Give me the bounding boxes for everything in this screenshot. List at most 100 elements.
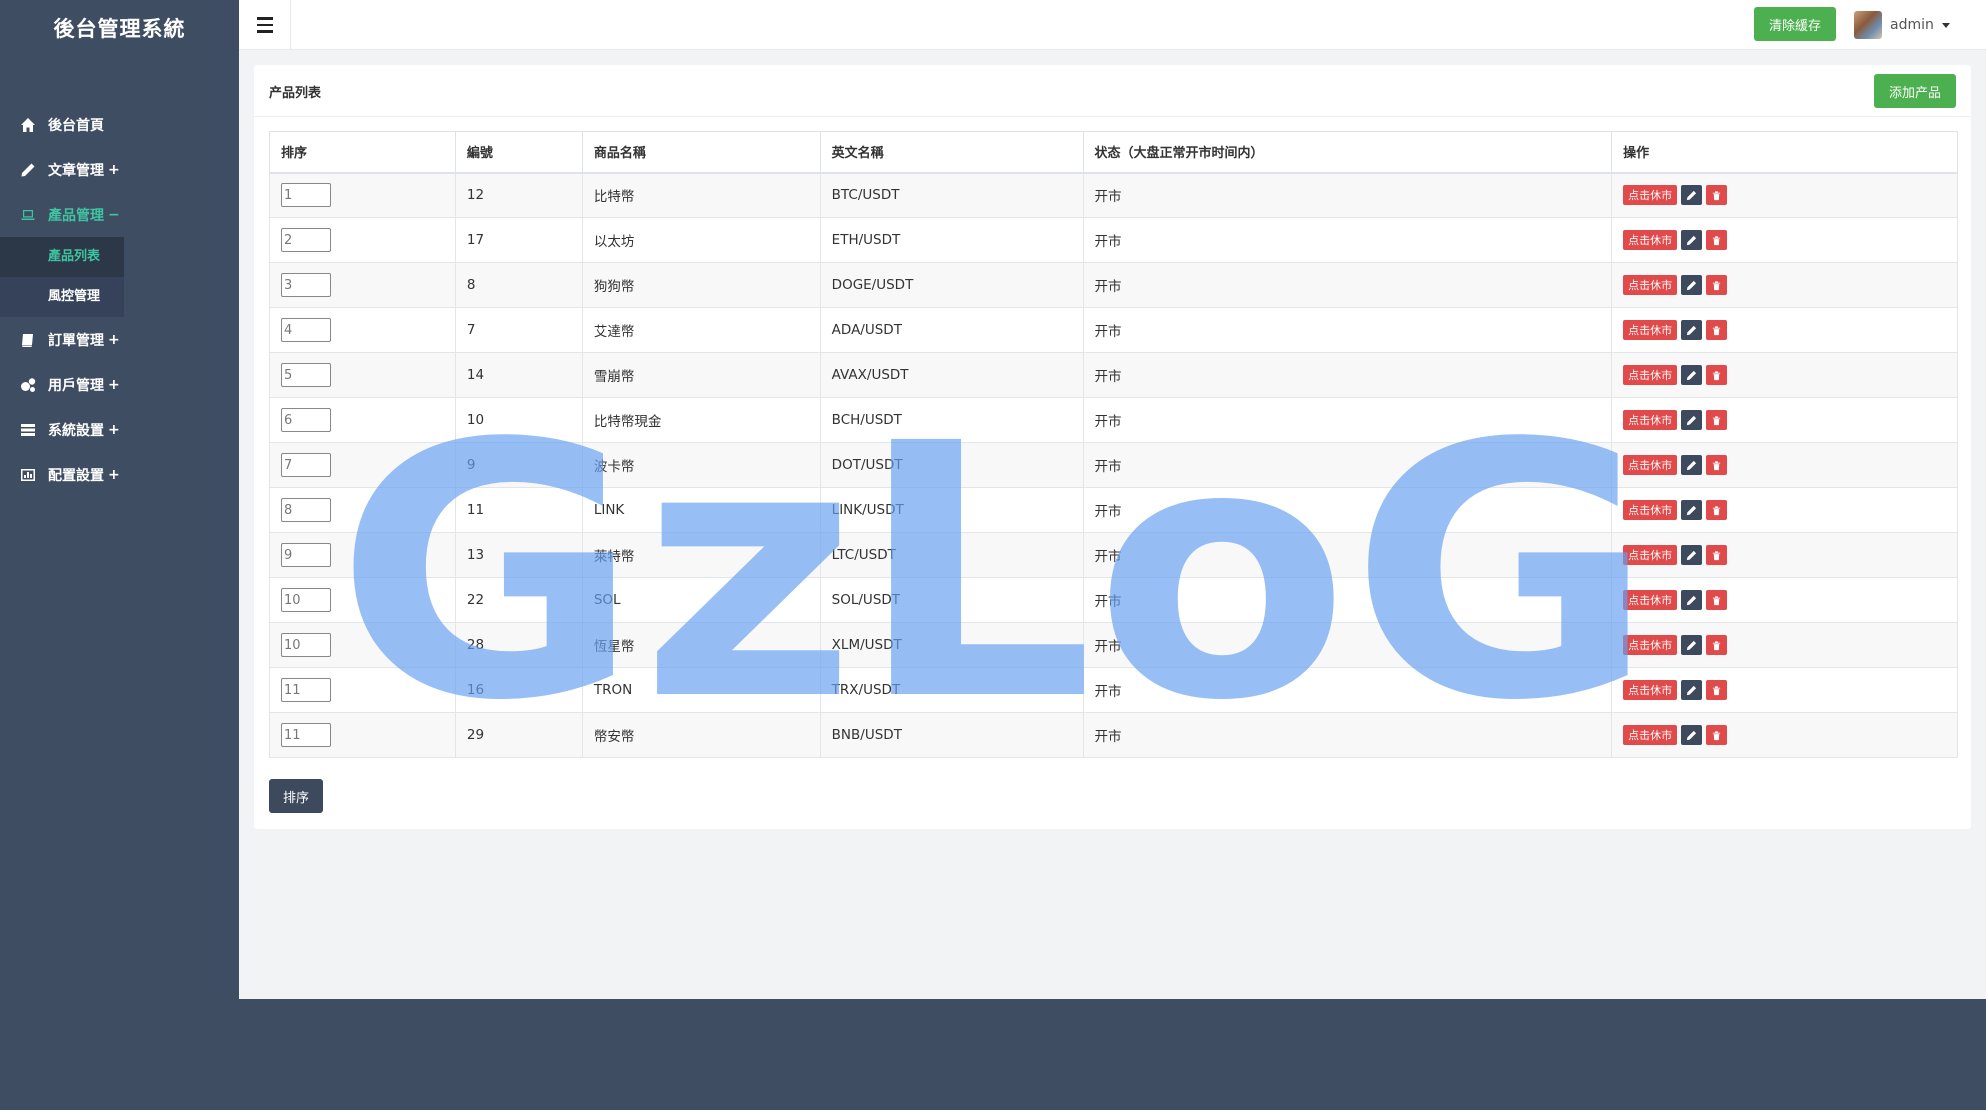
pencil-icon (1687, 235, 1697, 245)
sort-order-input[interactable] (281, 633, 331, 657)
sidebar-item-products[interactable]: 產品管理 − (0, 192, 239, 237)
sort-order-input[interactable] (281, 723, 331, 747)
submenu-item-product-list[interactable]: 產品列表 (0, 237, 124, 277)
edit-button[interactable] (1681, 680, 1703, 700)
edit-button[interactable] (1681, 365, 1703, 385)
close-market-button[interactable]: 点击休市 (1623, 500, 1678, 520)
delete-button[interactable] (1706, 185, 1728, 206)
close-market-button[interactable]: 点击休市 (1623, 410, 1678, 430)
sort-order-input[interactable] (281, 183, 331, 208)
delete-button[interactable] (1706, 680, 1728, 700)
edit-button[interactable] (1681, 635, 1703, 655)
actions-cell: 点击休市 (1611, 487, 1958, 533)
user-menu[interactable]: admin (1854, 0, 1950, 50)
sort-order-input[interactable] (281, 498, 331, 522)
trash-icon (1712, 730, 1721, 740)
delete-button[interactable] (1706, 725, 1728, 745)
close-market-button[interactable]: 点击休市 (1623, 455, 1678, 475)
sidebar-item-label: 用戶管理 (48, 377, 104, 394)
close-market-button[interactable]: 点击休市 (1623, 725, 1678, 745)
sort-cell (269, 217, 456, 263)
trash-icon (1712, 550, 1721, 560)
sidebar-item-orders[interactable]: 訂單管理 + (0, 317, 239, 362)
id-cell: 28 (454, 622, 583, 668)
edit-button[interactable] (1681, 230, 1703, 250)
sort-cell (269, 577, 456, 623)
column-header-actions: 操作 (1611, 131, 1958, 174)
sidebar-item-articles[interactable]: 文章管理 + (0, 147, 239, 192)
edit-button[interactable] (1681, 725, 1703, 745)
trash-icon (1712, 460, 1721, 470)
delete-button[interactable] (1706, 455, 1728, 475)
add-product-button[interactable]: 添加产品 (1874, 74, 1956, 108)
sort-order-input[interactable] (281, 678, 331, 702)
actions-cell: 点击休市 (1611, 352, 1958, 398)
edit-button[interactable] (1681, 275, 1703, 295)
sort-cell (269, 622, 456, 668)
sort-order-input[interactable] (281, 588, 331, 612)
sort-order-input[interactable] (281, 228, 331, 252)
close-market-button[interactable]: 点击休市 (1623, 320, 1678, 340)
delete-button[interactable] (1706, 635, 1728, 655)
user-name: admin (1890, 17, 1934, 33)
book-icon (18, 330, 38, 350)
delete-button[interactable] (1706, 590, 1728, 610)
table-row: 10 比特幣現金 BCH/USDT 开市 点击休市 (269, 397, 1958, 443)
delete-button[interactable] (1706, 545, 1728, 565)
id-cell: 11 (454, 487, 583, 533)
product-table: 排序 編號 商品名稱 英文名稱 状态（大盘正常开市时间内） 操作 12 比特幣 … (269, 131, 1958, 758)
delete-button[interactable] (1706, 320, 1728, 340)
edit-button[interactable] (1681, 500, 1703, 520)
id-cell: 12 (454, 172, 583, 218)
sidebar-item-users[interactable]: 用戶管理 + (0, 362, 239, 407)
close-market-button[interactable]: 点击休市 (1623, 230, 1678, 250)
delete-button[interactable] (1706, 410, 1728, 430)
close-market-button[interactable]: 点击休市 (1623, 365, 1678, 385)
sort-order-input[interactable] (281, 318, 331, 342)
actions-cell: 点击休市 (1611, 172, 1958, 218)
sort-order-input[interactable] (281, 453, 331, 477)
delete-button[interactable] (1706, 275, 1728, 295)
close-market-button[interactable]: 点击休市 (1623, 185, 1678, 206)
status-cell: 开市 (1082, 262, 1613, 308)
close-market-button[interactable]: 点击休市 (1623, 680, 1678, 700)
sort-submit-button[interactable]: 排序 (269, 779, 323, 813)
sort-order-input[interactable] (281, 408, 331, 432)
sidebar-item-home[interactable]: 後台首頁 (0, 102, 239, 147)
close-market-button[interactable]: 点击休市 (1623, 545, 1678, 565)
home-icon (18, 115, 38, 135)
close-market-button[interactable]: 点击休市 (1623, 590, 1678, 610)
actions-cell: 点击休市 (1611, 262, 1958, 308)
delete-button[interactable] (1706, 365, 1728, 385)
clear-cache-button[interactable]: 清除緩存 (1754, 7, 1836, 41)
close-market-button[interactable]: 点击休市 (1623, 635, 1678, 655)
hamburger-icon (256, 15, 273, 35)
sidebar-item-system-settings[interactable]: 系統設置 + (0, 407, 239, 452)
edit-button[interactable] (1681, 185, 1703, 206)
id-cell: 29 (454, 712, 583, 758)
sidebar-item-config-settings[interactable]: 配置設置 + (0, 452, 239, 497)
status-cell: 开市 (1082, 442, 1613, 488)
edit-button[interactable] (1681, 545, 1703, 565)
table-row: 9 波卡幣 DOT/USDT 开市 点击休市 (269, 442, 1958, 488)
en-name-cell: BCH/USDT (819, 397, 1084, 443)
pencil-icon (1687, 280, 1697, 290)
name-cell: 波卡幣 (581, 442, 821, 488)
en-name-cell: DOT/USDT (819, 442, 1084, 488)
sort-order-input[interactable] (281, 363, 331, 387)
actions-cell: 点击休市 (1611, 442, 1958, 488)
edit-button[interactable] (1681, 320, 1703, 340)
menu-toggle-button[interactable] (239, 0, 291, 50)
actions-cell: 点击休市 (1611, 667, 1958, 713)
edit-button[interactable] (1681, 455, 1703, 475)
submenu-item-risk-control[interactable]: 風控管理 (0, 277, 124, 317)
row-actions: 点击休市 (1623, 545, 1957, 565)
sort-order-input[interactable] (281, 273, 331, 297)
close-market-button[interactable]: 点击休市 (1623, 275, 1678, 295)
edit-button[interactable] (1681, 590, 1703, 610)
delete-button[interactable] (1706, 500, 1728, 520)
sort-order-input[interactable] (281, 543, 331, 567)
delete-button[interactable] (1706, 230, 1728, 250)
edit-button[interactable] (1681, 410, 1703, 430)
table-row: 29 幣安幣 BNB/USDT 开市 点击休市 (269, 712, 1958, 758)
